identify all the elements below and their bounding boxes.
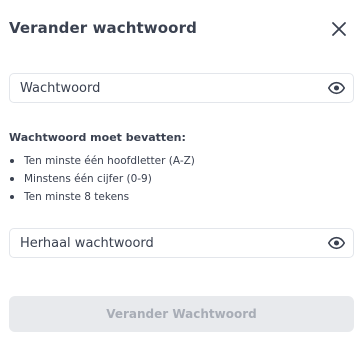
change-password-button[interactable]: Verander Wachtwoord (9, 296, 354, 332)
change-password-dialog: Verander wachtwoord Wachtwoord moet beva… (0, 0, 364, 345)
requirement-item: Ten minste 8 tekens (9, 190, 195, 208)
eye-icon[interactable] (328, 236, 345, 250)
repeat-password-input[interactable] (20, 229, 310, 257)
eye-icon[interactable] (328, 81, 345, 95)
dialog-title: Verander wachtwoord (9, 19, 197, 37)
repeat-password-field (9, 228, 354, 258)
password-field (9, 73, 354, 103)
close-icon[interactable] (331, 21, 347, 37)
dialog-header: Verander wachtwoord (9, 19, 355, 41)
requirements-title: Wachtwoord moet bevatten: (9, 131, 186, 144)
requirement-item: Minstens één cijfer (0-9) (9, 172, 195, 190)
requirement-item: Ten minste één hoofdletter (A-Z) (9, 154, 195, 172)
password-input[interactable] (20, 74, 310, 102)
requirements-list: Ten minste één hoofdletter (A-Z) Minsten… (9, 154, 195, 208)
